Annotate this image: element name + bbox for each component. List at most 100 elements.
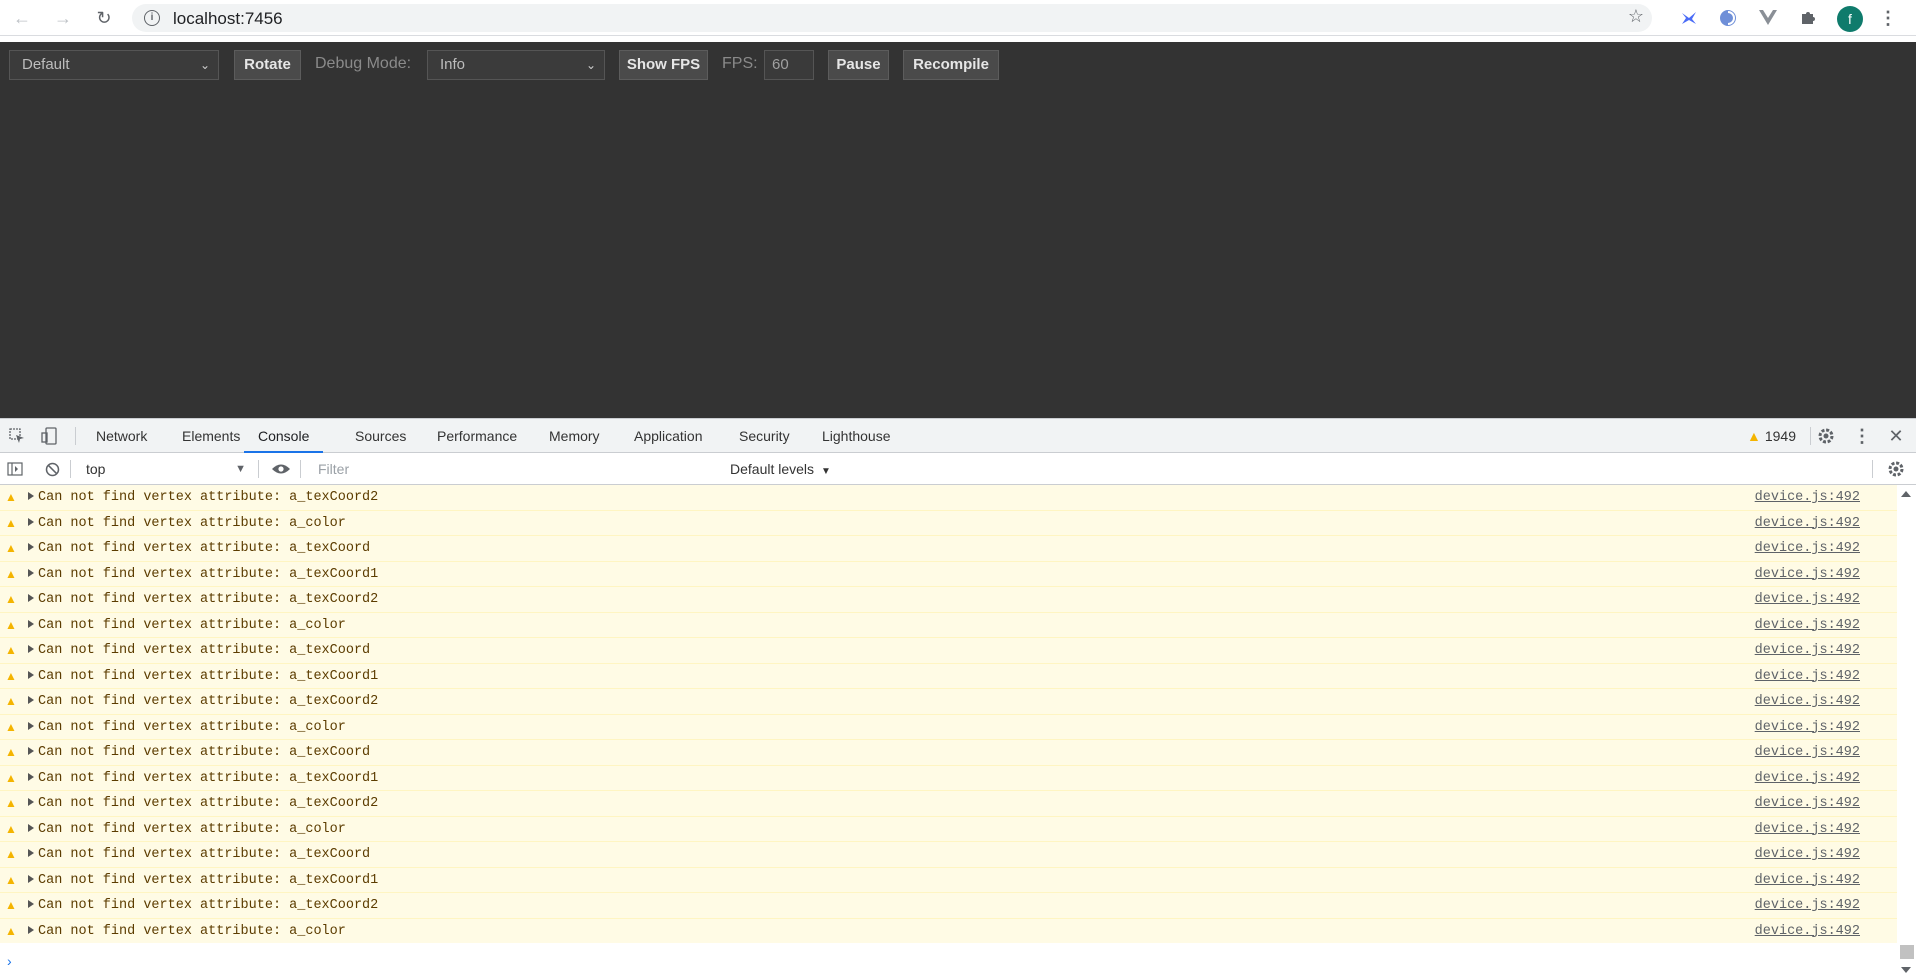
scene-select[interactable]: Default ⌄ [9, 50, 219, 80]
tab-elements[interactable]: Elements [182, 419, 240, 453]
context-select[interactable]: top ▼ [78, 458, 250, 480]
tab-console[interactable]: Console [244, 419, 324, 453]
recompile-button[interactable]: Recompile [903, 50, 999, 80]
expand-arrow-icon[interactable] [28, 772, 34, 781]
message-source-link[interactable]: device.js:492 [1755, 771, 1860, 786]
inspect-element-icon[interactable] [8, 427, 26, 445]
expand-arrow-icon[interactable] [28, 517, 34, 526]
reload-icon[interactable]: ↻ [90, 6, 118, 30]
message-source-link[interactable]: device.js:492 [1755, 516, 1860, 531]
console-message-row[interactable]: ▲ Can not find vertex attribute: a_texCoo… [0, 638, 1897, 664]
console-message-row[interactable]: ▲ Can not find vertex attribute: a_texCoo… [0, 689, 1897, 715]
message-source-link[interactable]: device.js:492 [1755, 669, 1860, 684]
profile-avatar[interactable]: f [1837, 6, 1863, 32]
log-levels-dropdown[interactable]: Default levels ▼ [730, 461, 831, 477]
message-source-link[interactable]: device.js:492 [1755, 490, 1860, 505]
pause-button[interactable]: Pause [828, 50, 889, 80]
close-icon[interactable]: ✕ [1886, 426, 1906, 446]
console-message-row[interactable]: ▲ Can not find vertex attribute: a_color d… [0, 918, 1897, 943]
expand-arrow-icon[interactable] [28, 874, 34, 883]
expand-arrow-icon[interactable] [28, 492, 34, 500]
console-message-row[interactable]: ▲ Can not find vertex attribute: a_texCoo… [0, 893, 1897, 919]
message-source-link[interactable]: device.js:492 [1755, 898, 1860, 913]
site-info-icon[interactable]: i [144, 10, 160, 26]
tab-performance[interactable]: Performance [437, 419, 517, 453]
message-source-link[interactable]: device.js:492 [1755, 822, 1860, 837]
console-message-row[interactable]: ▲ Can not find vertex attribute: a_texCoo… [0, 587, 1897, 613]
sidebar-toggle-icon[interactable] [6, 461, 24, 477]
back-arrow-icon[interactable]: ← [8, 6, 36, 30]
console-message-row[interactable]: ▲ Can not find vertex attribute: a_texCoo… [0, 485, 1897, 511]
message-source-link[interactable]: device.js:492 [1755, 873, 1860, 888]
message-source-link[interactable]: device.js:492 [1755, 643, 1860, 658]
message-source-link[interactable]: device.js:492 [1755, 592, 1860, 607]
tab-memory[interactable]: Memory [549, 419, 600, 453]
console-message-row[interactable]: ▲ Can not find vertex attribute: a_color d… [0, 510, 1897, 536]
expand-arrow-icon[interactable] [28, 696, 34, 704]
address-bar[interactable]: i localhost:7456 ☆ [132, 4, 1652, 32]
message-source-link[interactable]: device.js:492 [1755, 567, 1860, 582]
console-scrollbar[interactable] [1897, 485, 1916, 978]
filter-input[interactable] [308, 457, 718, 481]
expand-arrow-icon[interactable] [28, 900, 34, 908]
tab-network[interactable]: Network [96, 419, 147, 453]
tab-application[interactable]: Application [634, 419, 703, 453]
console-message-row[interactable]: ▲ Can not find vertex attribute: a_color d… [0, 816, 1897, 842]
scroll-down-arrow-icon[interactable] [1901, 967, 1911, 973]
message-source-link[interactable]: device.js:492 [1755, 796, 1860, 811]
message-source-link[interactable]: device.js:492 [1755, 618, 1860, 633]
expand-arrow-icon[interactable] [28, 543, 34, 551]
console-message-row[interactable]: ▲ Can not find vertex attribute: a_texCoo… [0, 561, 1897, 587]
scroll-up-arrow-icon[interactable] [1901, 491, 1911, 497]
debug-mode-select[interactable]: Info ⌄ [427, 50, 605, 80]
message-source-link[interactable]: device.js:492 [1755, 720, 1860, 735]
console-message-row[interactable]: ▲ Can not find vertex attribute: a_texCoo… [0, 740, 1897, 766]
console-message-row[interactable]: ▲ Can not find vertex attribute: a_texCoo… [0, 842, 1897, 868]
expand-arrow-icon[interactable] [28, 823, 34, 832]
devtools-menu-icon[interactable]: ⋮ [1852, 426, 1872, 446]
console-message-row[interactable]: ▲ Can not find vertex attribute: a_texCoo… [0, 867, 1897, 893]
console-message-row[interactable]: ▲ Can not find vertex attribute: a_texCoo… [0, 765, 1897, 791]
expand-arrow-icon[interactable] [28, 670, 34, 679]
extension-circle-icon[interactable] [1717, 7, 1739, 29]
message-source-link[interactable]: device.js:492 [1755, 745, 1860, 760]
settings-gear-icon[interactable] [1816, 426, 1836, 446]
console-message-row[interactable]: ▲ Can not find vertex attribute: a_color d… [0, 714, 1897, 740]
console-message-row[interactable]: ▲ Can not find vertex attribute: a_texCoo… [0, 791, 1897, 817]
warning-counter[interactable]: ▲ 1949 [1747, 428, 1796, 444]
rotate-button[interactable]: Rotate [234, 50, 301, 80]
expand-arrow-icon[interactable] [28, 849, 34, 857]
extension-vue-icon[interactable] [1757, 7, 1779, 29]
console-message-row[interactable]: ▲ Can not find vertex attribute: a_texCoo… [0, 663, 1897, 689]
bookmark-star-icon[interactable]: ☆ [1628, 6, 1644, 27]
expand-arrow-icon[interactable] [28, 619, 34, 628]
clear-console-icon[interactable] [43, 461, 61, 477]
expand-arrow-icon[interactable] [28, 721, 34, 730]
message-source-link[interactable]: device.js:492 [1755, 541, 1860, 556]
tab-lighthouse[interactable]: Lighthouse [822, 419, 891, 453]
forward-arrow-icon[interactable]: → [49, 6, 77, 30]
extensions-puzzle-icon[interactable] [1797, 7, 1819, 29]
expand-arrow-icon[interactable] [28, 798, 34, 806]
scroll-thumb[interactable] [1900, 945, 1914, 959]
message-source-link[interactable]: device.js:492 [1755, 847, 1860, 862]
expand-arrow-icon[interactable] [28, 645, 34, 653]
message-source-link[interactable]: device.js:492 [1755, 924, 1860, 939]
message-source-link[interactable]: device.js:492 [1755, 694, 1860, 709]
console-message-row[interactable]: ▲ Can not find vertex attribute: a_color d… [0, 612, 1897, 638]
expand-arrow-icon[interactable] [28, 925, 34, 934]
expand-arrow-icon[interactable] [28, 747, 34, 755]
extension-bird-icon[interactable] [1678, 7, 1700, 29]
tab-security[interactable]: Security [739, 419, 790, 453]
tab-sources[interactable]: Sources [355, 419, 406, 453]
console-prompt[interactable]: › [0, 943, 1916, 978]
show-fps-button[interactable]: Show FPS [619, 50, 708, 80]
console-settings-gear-icon[interactable] [1886, 459, 1906, 479]
browser-menu-icon[interactable]: ⋮ [1878, 6, 1898, 30]
device-toolbar-icon[interactable] [40, 427, 58, 445]
eye-icon[interactable] [270, 461, 292, 477]
fps-input[interactable]: 60 [764, 50, 814, 80]
expand-arrow-icon[interactable] [28, 594, 34, 602]
expand-arrow-icon[interactable] [28, 568, 34, 577]
console-message-row[interactable]: ▲ Can not find vertex attribute: a_texCoo… [0, 536, 1897, 562]
